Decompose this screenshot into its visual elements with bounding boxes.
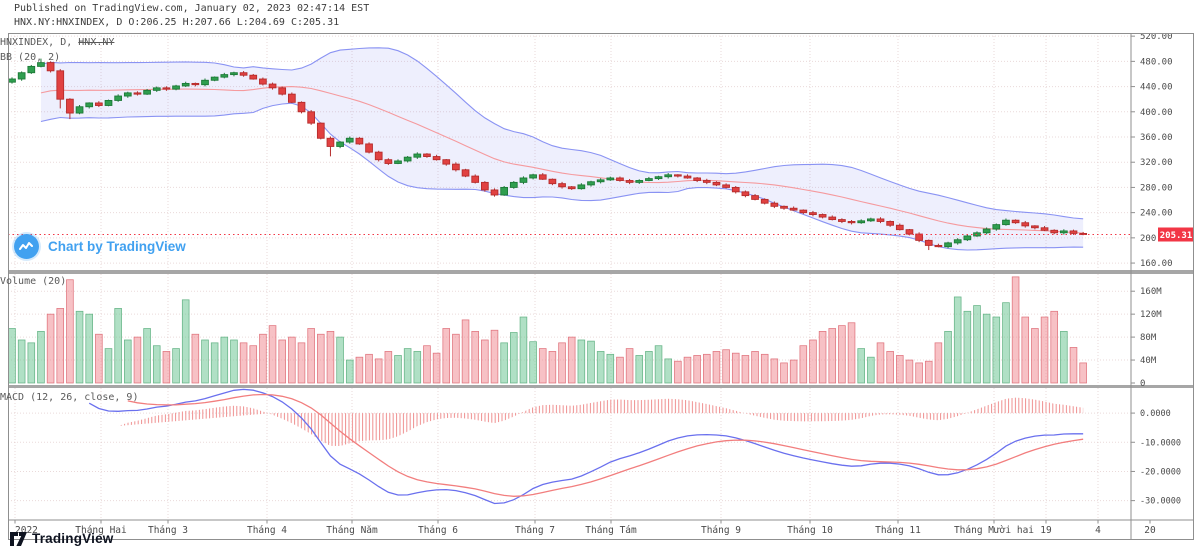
- chart-canvas[interactable]: 520.00 480.00 440.00 400.00 360.00 320.00 280.…: [8, 33, 1194, 540]
- svg-text:0: 0: [1140, 379, 1145, 389]
- svg-text:0.0000: 0.0000: [1140, 409, 1171, 419]
- svg-text:Tháng 4: Tháng 4: [247, 525, 287, 536]
- svg-text:Tháng Tám: Tháng Tám: [585, 525, 637, 536]
- svg-text:80M: 80M: [1140, 333, 1157, 343]
- brand-label: TradingView: [32, 531, 113, 546]
- volume-pane-legend[interactable]: Volume (20): [0, 276, 66, 287]
- svg-text:Tháng Mười hai: Tháng Mười hai: [954, 525, 1034, 536]
- svg-text:160.00: 160.00: [1140, 259, 1173, 269]
- tradingview-logo-icon: [14, 234, 39, 259]
- svg-text:Tháng 6: Tháng 6: [418, 525, 458, 536]
- svg-text:-20.0000: -20.0000: [1140, 467, 1181, 477]
- bb-indicator-legend[interactable]: BB (20, 2): [0, 52, 60, 63]
- price-axis[interactable]: 520.00 480.00 440.00 400.00 360.00 320.00 280.…: [1131, 33, 1181, 540]
- svg-text:480.00: 480.00: [1140, 57, 1173, 67]
- svg-text:Tháng 11: Tháng 11: [875, 525, 921, 536]
- svg-text:520.00: 520.00: [1140, 33, 1173, 42]
- time-axis[interactable]: 2022Tháng HaiTháng 3Tháng 4Tháng NămThán…: [8, 520, 1194, 536]
- published-chart-page: { "header": { "line1": "Published on Tra…: [0, 0, 1200, 547]
- svg-text:4: 4: [1095, 525, 1101, 536]
- last-price-label: 205.31: [1158, 228, 1194, 242]
- tradingview-watermark-link[interactable]: Chart by TradingView: [14, 234, 186, 259]
- plot-area[interactable]: [8, 33, 1131, 519]
- watermark-label: Chart by TradingView: [48, 239, 186, 254]
- svg-text:400.00: 400.00: [1140, 108, 1173, 118]
- svg-text:160M: 160M: [1140, 287, 1162, 297]
- pane-divider[interactable]: [8, 270, 1194, 274]
- symbol-legend-label[interactable]: HNXINDEX, D,: [0, 37, 78, 48]
- svg-text:Tháng Năm: Tháng Năm: [326, 525, 378, 536]
- svg-text:205.31: 205.31: [1160, 231, 1193, 241]
- svg-text:240.00: 240.00: [1140, 209, 1173, 219]
- pane-divider[interactable]: [8, 385, 1194, 388]
- macd-pane-legend[interactable]: MACD (12, 26, close, 9): [0, 392, 138, 403]
- symbol-ohlc-header-line: HNX.NY:HNXINDEX, D O:206.25 H:207.66 L:2…: [14, 17, 339, 28]
- price-pane-legend[interactable]: HNXINDEX, D, HNX.NY: [0, 37, 114, 48]
- tradingview-brand-link[interactable]: TradingView: [10, 531, 113, 546]
- svg-text:280.00: 280.00: [1140, 183, 1173, 193]
- tradingview-brand-icon: [10, 532, 27, 546]
- svg-text:440.00: 440.00: [1140, 83, 1173, 93]
- svg-text:Tháng 9: Tháng 9: [701, 525, 741, 536]
- svg-text:Tháng 3: Tháng 3: [148, 525, 188, 536]
- svg-text:40M: 40M: [1140, 356, 1157, 366]
- svg-text:19: 19: [1040, 525, 1052, 536]
- svg-text:360.00: 360.00: [1140, 133, 1173, 143]
- svg-text:Tháng 7: Tháng 7: [515, 525, 555, 536]
- svg-text:320.00: 320.00: [1140, 158, 1173, 168]
- symbol-exchange-struck-label[interactable]: HNX.NY: [78, 37, 114, 48]
- svg-text:-10.0000: -10.0000: [1140, 438, 1181, 448]
- svg-text:120M: 120M: [1140, 310, 1162, 320]
- chart-frame: 520.00 480.00 440.00 400.00 360.00 320.00 280.…: [8, 33, 1194, 544]
- svg-text:20: 20: [1144, 525, 1156, 536]
- svg-text:-30.0000: -30.0000: [1140, 497, 1181, 507]
- published-header-line: Published on TradingView.com, January 02…: [14, 3, 369, 14]
- svg-text:Tháng 10: Tháng 10: [787, 525, 833, 536]
